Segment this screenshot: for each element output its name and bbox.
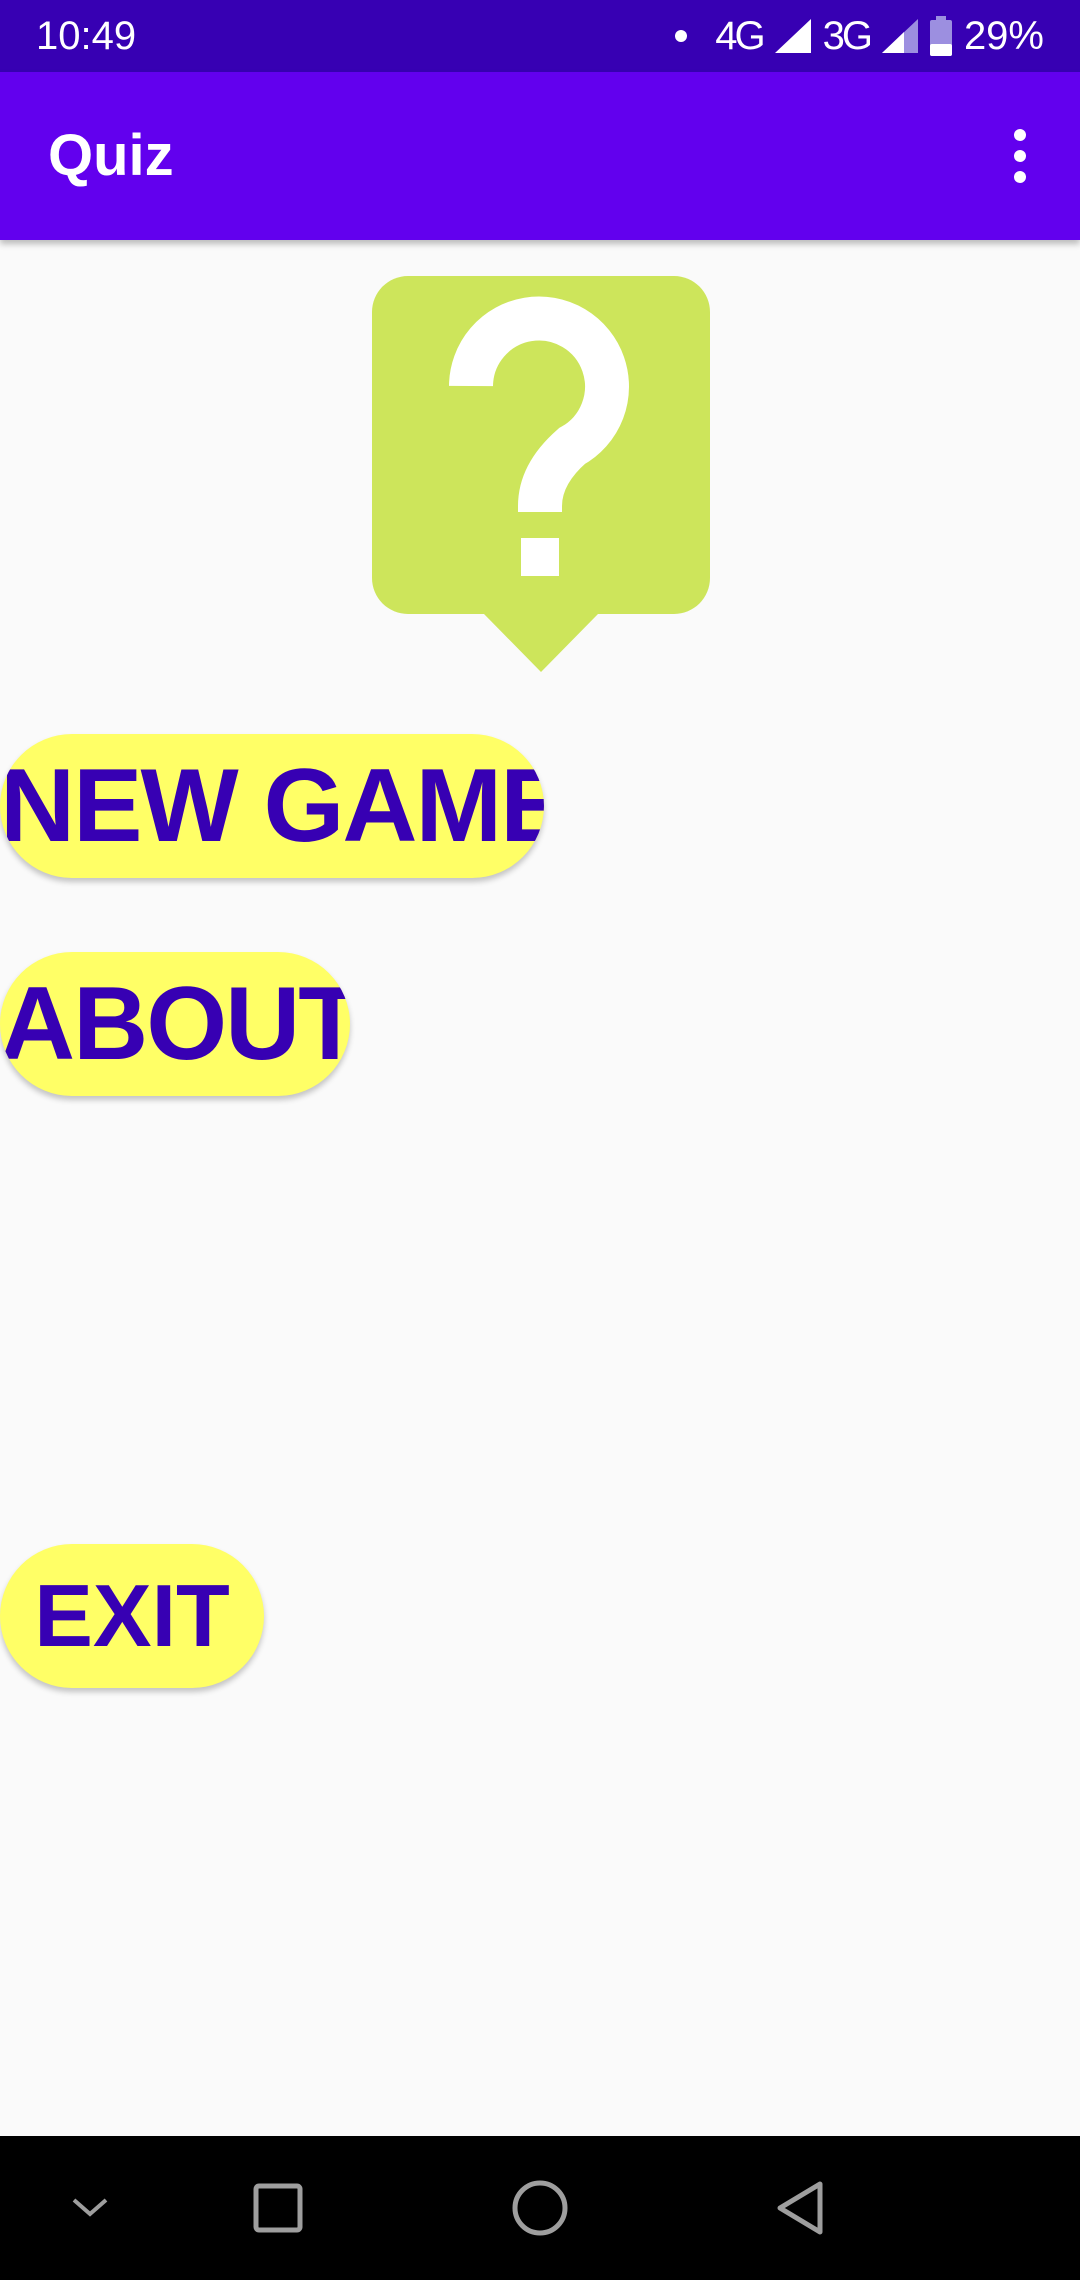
signal-4g-icon [774, 19, 811, 53]
more-options-button[interactable] [978, 114, 1062, 198]
nav-home-button[interactable] [490, 2136, 590, 2280]
nav-hide-keyboard-button[interactable] [40, 2136, 140, 2280]
status-icons: 4G 3G 29% [675, 0, 1044, 72]
battery-icon [929, 16, 952, 56]
more-vert-icon [1014, 129, 1026, 141]
recents-square-icon [253, 2183, 303, 2233]
signal-3g-icon [881, 19, 918, 53]
nav-back-button[interactable] [750, 2136, 850, 2280]
navigation-bar [0, 2136, 1080, 2280]
home-circle-icon [512, 2180, 568, 2236]
nav-recents-button[interactable] [228, 2136, 328, 2280]
app-bar: Quiz [0, 72, 1080, 240]
about-button[interactable]: ABOUT [0, 952, 350, 1096]
new-game-button[interactable]: NEW GAME [0, 734, 544, 878]
chevron-down-icon [72, 2198, 108, 2217]
status-time: 10:49 [36, 14, 137, 58]
network-4g-label: 4G [715, 13, 765, 58]
battery-percent: 29% [963, 13, 1044, 58]
back-triangle-icon [777, 2181, 823, 2235]
exit-button[interactable]: EXIT [0, 1544, 264, 1688]
question-bubble-icon [372, 276, 710, 672]
status-bar: 10:49 4G 3G 29% [0, 0, 1080, 72]
app-title: Quiz [48, 123, 174, 188]
network-3g-label: 3G [822, 13, 873, 58]
notification-dot-icon [675, 30, 688, 42]
